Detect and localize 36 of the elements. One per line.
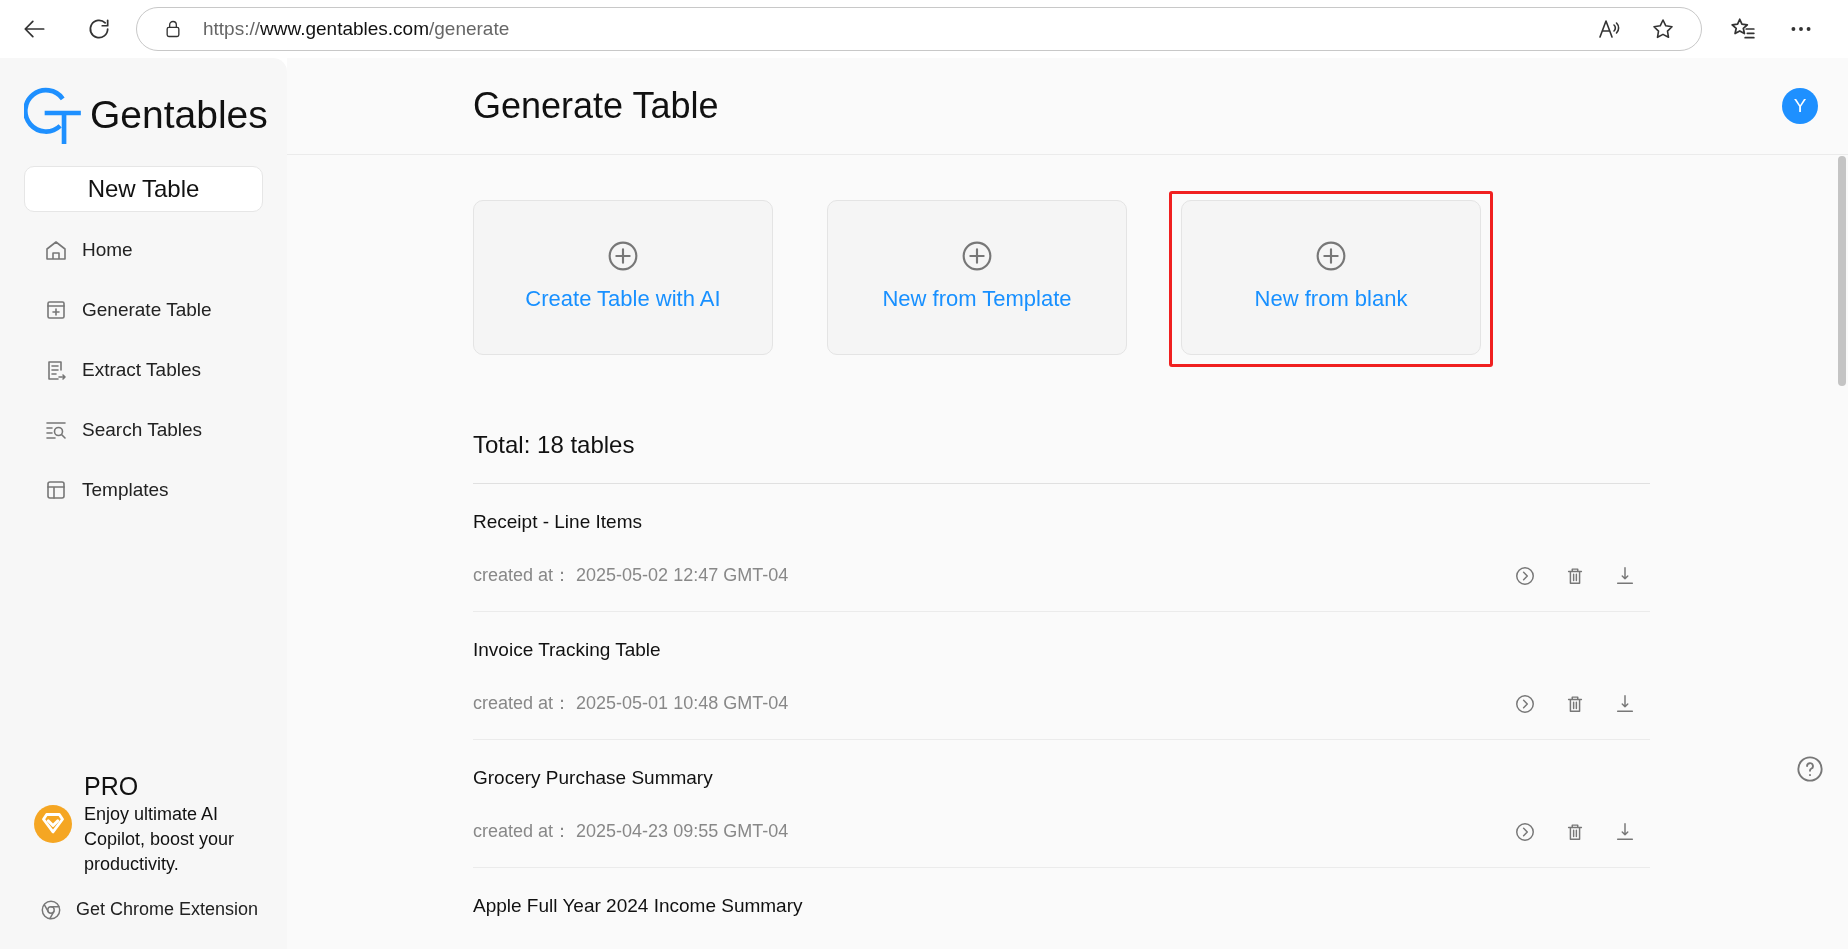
logo-text: Gentables	[90, 95, 268, 134]
download-icon[interactable]	[1614, 564, 1636, 587]
created-date: created at： 2025-05-01 10:48 GMT-04	[473, 692, 789, 715]
chrome-icon	[40, 898, 62, 921]
plus-circle-icon	[607, 240, 639, 272]
templates-icon	[44, 478, 68, 502]
download-icon[interactable]	[1614, 820, 1636, 843]
new-table-button[interactable]: New Table	[24, 166, 263, 212]
generate-icon	[44, 298, 68, 322]
nav-item[interactable]: Templates	[10, 460, 277, 520]
table-name[interactable]: Apple Full Year 2024 Income Summary	[473, 892, 1650, 920]
plus-circle-icon	[1315, 240, 1347, 272]
created-date: created at： 2025-04-23 09:55 GMT-04	[473, 820, 789, 843]
page-title: Generate Table	[473, 84, 719, 128]
refresh-icon[interactable]	[86, 16, 112, 42]
pro-title: PRO	[84, 771, 140, 802]
table-name[interactable]: Receipt - Line Items	[473, 508, 1650, 536]
read-aloud-icon[interactable]	[1597, 17, 1621, 41]
help-icon[interactable]	[1796, 755, 1824, 783]
url-text: https://www.gentables.com/generate	[203, 16, 511, 41]
star-icon[interactable]	[1651, 17, 1675, 41]
nav-item[interactable]: Generate Table	[10, 280, 277, 340]
nav-item[interactable]: Search Tables	[10, 400, 277, 460]
home-icon	[44, 238, 68, 262]
created-date: created at： 2025-05-02 12:47 GMT-04	[473, 564, 789, 587]
table-name[interactable]: Grocery Purchase Summary	[473, 764, 1650, 792]
table-name[interactable]: Invoice Tracking Table	[473, 636, 1650, 664]
nav-item[interactable]: Home	[10, 220, 277, 280]
scrollbar[interactable]	[1838, 156, 1846, 386]
pro-description: Enjoy ultimate AI Copilot, boost your productivity.	[84, 803, 236, 876]
plus-circle-icon	[961, 240, 993, 272]
nav-item[interactable]: Extract Tables	[10, 340, 277, 400]
favorites-icon[interactable]	[1730, 16, 1756, 42]
chrome-extension-link[interactable]: Get Chrome Extension	[40, 896, 259, 923]
total-count: Total: 18 tables	[473, 430, 636, 460]
download-icon[interactable]	[1614, 692, 1636, 715]
